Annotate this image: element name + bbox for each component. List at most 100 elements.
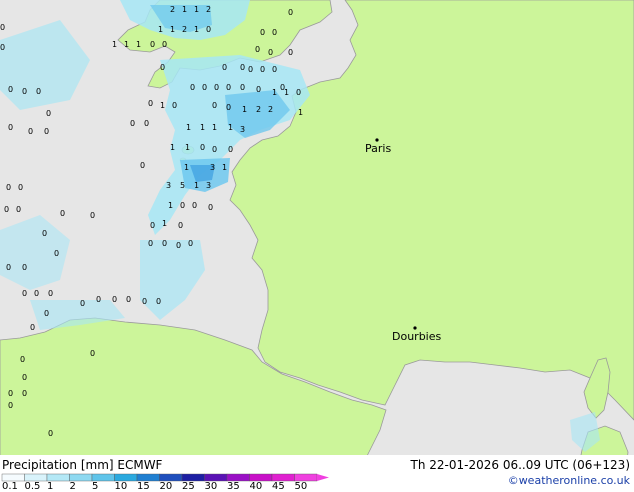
precip-value-mark: 1 bbox=[242, 105, 247, 114]
precip-value-mark: 0 bbox=[190, 83, 195, 92]
legend-tick-label: 1 bbox=[47, 481, 54, 492]
precip-value-mark: 0 bbox=[178, 221, 183, 230]
legend-tick-label: 5 bbox=[92, 481, 99, 492]
legend-swatch bbox=[271, 473, 295, 482]
precip-value-mark: 0 bbox=[8, 85, 13, 94]
precip-value-mark: 0 bbox=[8, 389, 13, 398]
precip-value-mark: 0 bbox=[54, 249, 59, 258]
precip-value-mark: 0 bbox=[90, 211, 95, 220]
precip-value-mark: 0 bbox=[260, 28, 265, 37]
precip-value-mark: 1 bbox=[298, 108, 303, 117]
precip-value-mark: 0 bbox=[226, 83, 231, 92]
precip-value-mark: 0 bbox=[248, 65, 253, 74]
precip-value-mark: 0 bbox=[28, 127, 33, 136]
precip-value-mark: 1 bbox=[184, 163, 189, 172]
precip-value-mark: 0 bbox=[268, 48, 273, 57]
precip-value-mark: 0 bbox=[156, 297, 161, 306]
precip-value-mark: 0 bbox=[202, 83, 207, 92]
precip-value-mark: 1 bbox=[158, 25, 163, 34]
precip-value-mark: 0 bbox=[172, 101, 177, 110]
legend-swatch bbox=[249, 473, 273, 482]
precip-value-mark: 1 bbox=[186, 123, 191, 132]
precip-value-mark: 0 bbox=[46, 109, 51, 118]
legend-tick-label: 0.1 bbox=[2, 481, 18, 492]
legend-tick-label: 40 bbox=[249, 481, 263, 492]
legend-tick-label: 20 bbox=[159, 481, 173, 492]
credit: ©weatheronline.co.uk bbox=[507, 474, 630, 487]
precip-value-mark: 1 bbox=[284, 88, 289, 97]
precip-value-mark: 0 bbox=[36, 87, 41, 96]
precip-value-mark: 1 bbox=[194, 25, 199, 34]
precip-value-mark: 0 bbox=[48, 289, 53, 298]
precip-value-mark: 0 bbox=[150, 40, 155, 49]
precip-value-mark: 0 bbox=[226, 103, 231, 112]
precip-value-mark: 0 bbox=[296, 88, 301, 97]
precip-value-mark: 0 bbox=[30, 323, 35, 332]
precip-value-mark: 1 bbox=[228, 123, 233, 132]
legend-swatch bbox=[69, 473, 93, 482]
precip-value-mark: 1 bbox=[185, 143, 190, 152]
precip-value-mark: 2 bbox=[256, 105, 261, 114]
legend-swatch bbox=[226, 473, 250, 482]
precip-value-mark: 0 bbox=[200, 143, 205, 152]
precip-value-mark: 0 bbox=[22, 373, 27, 382]
precip-value-mark: 0 bbox=[148, 239, 153, 248]
precip-value-mark: 1 bbox=[136, 40, 141, 49]
legend-tick-label: 0.5 bbox=[24, 481, 41, 492]
precip-value-mark: 0 bbox=[112, 295, 117, 304]
precip-value-mark: 0 bbox=[80, 299, 85, 308]
precip-value-mark: 0 bbox=[180, 201, 185, 210]
precip-value-mark: 0 bbox=[160, 63, 165, 72]
precip-value-mark: 0 bbox=[222, 63, 227, 72]
precip-value-mark: 1 bbox=[212, 123, 217, 132]
precip-value-mark: 0 bbox=[228, 145, 233, 154]
precip-value-mark: 0 bbox=[150, 221, 155, 230]
legend-swatch bbox=[204, 473, 228, 482]
precip-value-mark: 0 bbox=[22, 87, 27, 96]
precip-value-mark: 3 bbox=[210, 163, 215, 172]
precip-value-mark: 1 bbox=[162, 219, 167, 228]
precip-value-mark: 0 bbox=[18, 183, 23, 192]
legend-swatch bbox=[91, 473, 115, 482]
precip-value-mark: 0 bbox=[208, 203, 213, 212]
legend-tick-label: 15 bbox=[137, 481, 150, 492]
legend-tick-label: 25 bbox=[182, 481, 195, 492]
map-title: Precipitation [mm] ECMWF bbox=[2, 458, 163, 472]
precip-value-mark: 1 bbox=[170, 143, 175, 152]
legend-colorbar bbox=[1, 473, 329, 482]
precip-value-mark: 1 bbox=[168, 201, 173, 210]
precip-value-mark: 0 bbox=[288, 8, 293, 17]
precip-value-mark: 0 bbox=[240, 83, 245, 92]
legend-swatch bbox=[136, 473, 160, 482]
precip-value-mark: 0 bbox=[126, 295, 131, 304]
precip-value-mark: 2 bbox=[206, 5, 211, 14]
precip-value-mark: 0 bbox=[140, 161, 145, 170]
precip-value-mark: 0 bbox=[0, 43, 5, 52]
precip-value-mark: 0 bbox=[6, 263, 11, 272]
legend-tick-label: 30 bbox=[204, 481, 218, 492]
precip-value-mark: 1 bbox=[170, 25, 175, 34]
legend-tick-label: 50 bbox=[294, 481, 308, 492]
precip-value-mark: 0 bbox=[44, 309, 49, 318]
precip-value-mark: 0 bbox=[256, 85, 261, 94]
precip-value-mark: 3 bbox=[206, 181, 211, 190]
legend-swatch bbox=[181, 473, 205, 482]
legend-swatch bbox=[294, 473, 318, 482]
precip-value-mark: 0 bbox=[22, 263, 27, 272]
precip-value-mark: 0 bbox=[212, 145, 217, 154]
precip-value-mark: 2 bbox=[268, 105, 273, 114]
legend-tick-label: 10 bbox=[114, 481, 128, 492]
precip-value-mark: 0 bbox=[90, 349, 95, 358]
precip-value-mark: 0 bbox=[130, 119, 135, 128]
precip-value-mark: 0 bbox=[60, 209, 65, 218]
precip-value-mark: 0 bbox=[34, 289, 39, 298]
precip-value-mark: 2 bbox=[182, 25, 187, 34]
legend-tick-label: 2 bbox=[69, 481, 76, 492]
precip-value-mark: 0 bbox=[8, 123, 13, 132]
precip-value-mark: 0 bbox=[4, 205, 9, 214]
legend-tick-label: 35 bbox=[227, 481, 240, 492]
precip-value-mark: 3 bbox=[240, 125, 245, 134]
legend-swatch bbox=[1, 473, 25, 482]
precip-value-mark: 1 bbox=[200, 123, 205, 132]
precip-value-mark: 1 bbox=[222, 163, 227, 172]
